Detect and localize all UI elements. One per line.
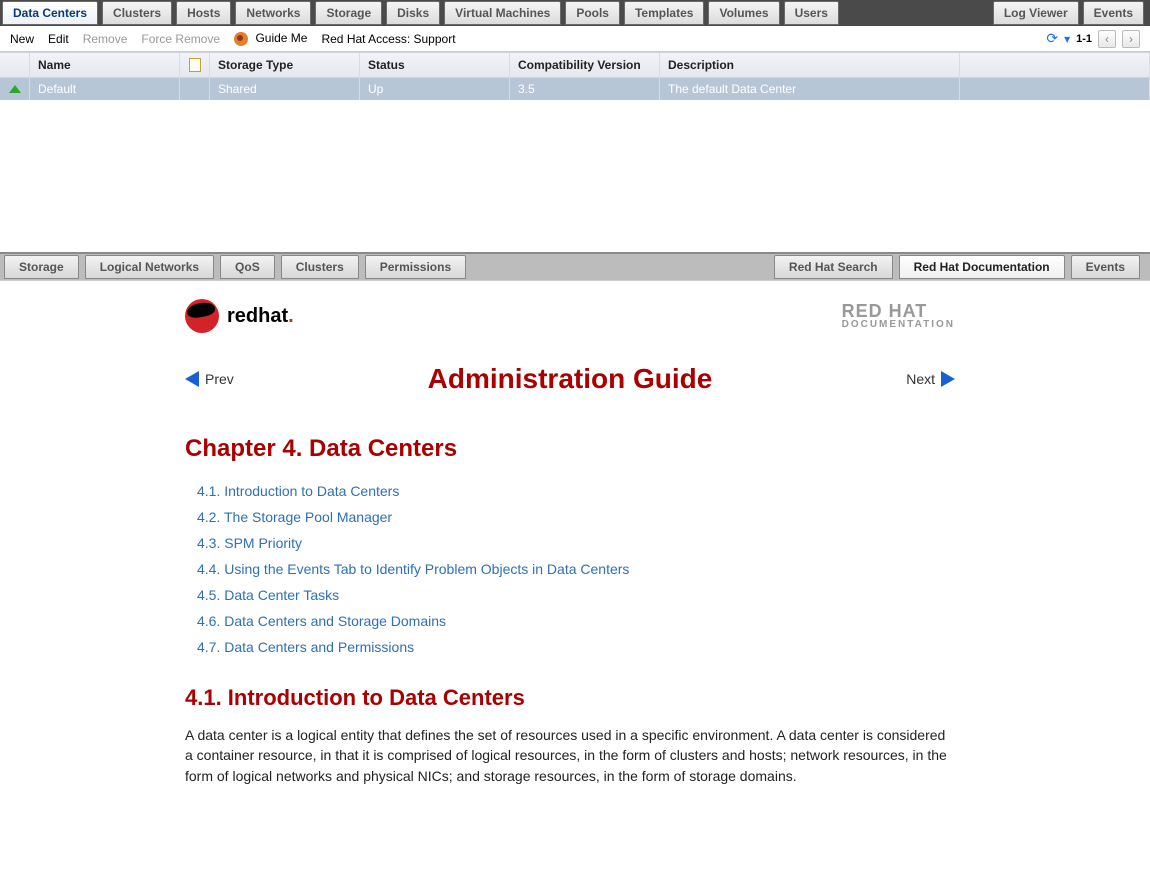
col-compat-version[interactable]: Compatibility Version [510, 53, 660, 77]
row-type: Shared [210, 78, 360, 100]
documentation-pane: redhat. RED HAT DOCUMENTATION Prev Admin… [0, 280, 1150, 840]
redhat-logo: redhat. [185, 299, 294, 333]
subtab-permissions[interactable]: Permissions [365, 255, 466, 279]
section-heading: 4.1. Introduction to Data Centers [185, 685, 955, 711]
redhat-documentation-stamp: RED HAT DOCUMENTATION [842, 303, 955, 328]
tab-data-centers[interactable]: Data Centers [2, 1, 98, 25]
subtab-logical-networks[interactable]: Logical Networks [85, 255, 214, 279]
col-storage-type[interactable]: Storage Type [210, 53, 360, 77]
col-name[interactable]: Name [30, 53, 180, 77]
edit-button[interactable]: Edit [48, 32, 69, 46]
doc-next-label: Next [906, 371, 935, 387]
subtab-events[interactable]: Events [1071, 255, 1140, 279]
tab-users[interactable]: Users [784, 1, 839, 25]
toc-link[interactable]: 4.3. SPM Priority [197, 535, 302, 551]
chapter-toc: 4.1. Introduction to Data Centers 4.2. T… [185, 483, 955, 655]
tab-networks[interactable]: Networks [235, 1, 311, 25]
documentation-scroll[interactable]: redhat. RED HAT DOCUMENTATION Prev Admin… [0, 281, 1150, 840]
doc-next-link[interactable]: Next [906, 371, 955, 387]
pager-range: 1-1 [1076, 33, 1092, 45]
row-compat: 3.5 [510, 78, 660, 100]
guide-icon [234, 32, 248, 46]
redhat-fedora-icon [185, 299, 219, 333]
subtab-storage[interactable]: Storage [4, 255, 79, 279]
doc-prev-label: Prev [205, 371, 234, 387]
subtab-qos[interactable]: QoS [220, 255, 275, 279]
tab-virtual-machines[interactable]: Virtual Machines [444, 1, 561, 25]
force-remove-button[interactable]: Force Remove [141, 32, 220, 46]
guide-me-label: Guide Me [255, 31, 307, 45]
subtab-redhat-search[interactable]: Red Hat Search [774, 255, 893, 279]
guide-me-button[interactable]: Guide Me [234, 31, 307, 46]
tab-disks[interactable]: Disks [386, 1, 440, 25]
chapter-heading: Chapter 4. Data Centers [185, 435, 955, 463]
data-grid-body: Default Shared Up 3.5 The default Data C… [0, 78, 1150, 252]
new-button[interactable]: New [10, 32, 34, 46]
subtab-clusters[interactable]: Clusters [281, 255, 359, 279]
row-desc: The default Data Center [660, 78, 960, 100]
doc-title: Administration Guide [234, 363, 906, 395]
pager-prev-button[interactable]: ‹ [1098, 30, 1116, 48]
tab-clusters[interactable]: Clusters [102, 1, 172, 25]
toc-link[interactable]: 4.1. Introduction to Data Centers [197, 483, 399, 499]
tab-storage[interactable]: Storage [315, 1, 382, 25]
redhat-support-link[interactable]: Red Hat Access: Support [321, 32, 455, 46]
toc-link[interactable]: 4.5. Data Center Tasks [197, 587, 339, 603]
refresh-icon[interactable]: ⟳ [1046, 30, 1058, 47]
redhat-brand-text: redhat [227, 305, 288, 328]
remove-button[interactable]: Remove [83, 32, 128, 46]
toc-link[interactable]: 4.7. Data Centers and Permissions [197, 639, 414, 655]
detail-tabs: Storage Logical Networks QoS Clusters Pe… [0, 252, 1150, 280]
row-status-icon [0, 78, 30, 100]
col-spacer [960, 53, 1150, 77]
col-status[interactable]: Status [360, 53, 510, 77]
tab-log-viewer[interactable]: Log Viewer [993, 1, 1079, 25]
toc-link[interactable]: 4.6. Data Centers and Storage Domains [197, 613, 446, 629]
tab-templates[interactable]: Templates [624, 1, 704, 25]
doc-prev-link[interactable]: Prev [185, 371, 234, 387]
section-body: A data center is a logical entity that d… [185, 725, 955, 786]
row-status: Up [360, 78, 510, 100]
status-up-icon [9, 85, 21, 93]
file-icon [189, 58, 201, 72]
subtab-redhat-documentation[interactable]: Red Hat Documentation [899, 255, 1065, 279]
main-nav-tabs: Data Centers Clusters Hosts Networks Sto… [0, 0, 1150, 26]
stamp-line2: DOCUMENTATION [842, 320, 955, 329]
col-comment-icon[interactable] [180, 53, 210, 77]
toc-link[interactable]: 4.2. The Storage Pool Manager [197, 509, 392, 525]
arrow-left-icon [185, 371, 199, 387]
row-comment [180, 78, 210, 100]
tab-pools[interactable]: Pools [565, 1, 620, 25]
toc-link[interactable]: 4.4. Using the Events Tab to Identify Pr… [197, 561, 629, 577]
row-name: Default [30, 78, 180, 100]
data-grid-header: Name Storage Type Status Compatibility V… [0, 52, 1150, 78]
tab-volumes[interactable]: Volumes [708, 1, 779, 25]
arrow-right-icon [941, 371, 955, 387]
pager-next-button[interactable]: › [1122, 30, 1140, 48]
tab-events[interactable]: Events [1083, 1, 1144, 25]
stamp-line1: RED HAT [842, 303, 955, 319]
action-toolbar: New Edit Remove Force Remove Guide Me Re… [0, 26, 1150, 52]
col-description[interactable]: Description [660, 53, 960, 77]
table-row[interactable]: Default Shared Up 3.5 The default Data C… [0, 78, 1150, 100]
refresh-dropdown-icon[interactable]: ▾ [1064, 32, 1070, 46]
col-status-icon[interactable] [0, 53, 30, 77]
tab-hosts[interactable]: Hosts [176, 1, 231, 25]
